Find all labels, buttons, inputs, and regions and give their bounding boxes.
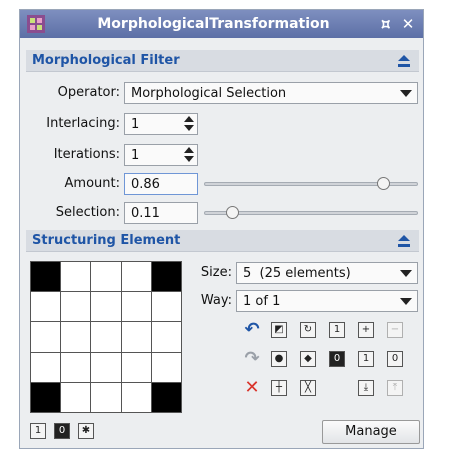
- set-one-icon[interactable]: 1: [329, 322, 345, 338]
- toggle-elements-icon[interactable]: ✱: [78, 423, 94, 439]
- size-dropdown[interactable]: 5 (25 elements): [236, 262, 418, 284]
- section-title: Morphological Filter: [32, 53, 180, 68]
- redo-icon[interactable]: ↷: [242, 350, 262, 368]
- grid-cell[interactable]: [151, 382, 181, 412]
- circle-icon[interactable]: ●: [271, 351, 287, 367]
- interlacing-spinbox[interactable]: 1: [124, 113, 198, 135]
- manage-button[interactable]: Manage: [322, 420, 420, 444]
- title-bar[interactable]: MorphologicalTransformation ⯏ ✕: [20, 10, 423, 38]
- grid-cell[interactable]: [61, 292, 91, 322]
- set-ones-icon[interactable]: 1: [30, 423, 46, 439]
- structuring-element-grid[interactable]: [30, 261, 182, 413]
- grid-cell[interactable]: [121, 292, 151, 322]
- selection-slider[interactable]: [204, 202, 418, 224]
- grid-cell[interactable]: [61, 322, 91, 352]
- chevron-down-icon: [400, 298, 412, 305]
- grid-cell[interactable]: [31, 322, 61, 352]
- iterations-value: 1: [131, 148, 140, 163]
- grid-cell[interactable]: [61, 352, 91, 382]
- grid-cell[interactable]: [31, 352, 61, 382]
- grid-cell[interactable]: [31, 262, 61, 292]
- one-all-icon[interactable]: 1: [358, 351, 374, 367]
- orthogonal-icon[interactable]: ┼: [271, 380, 287, 396]
- chevron-down-icon: [400, 90, 412, 97]
- interlacing-label: Interlacing:: [46, 116, 120, 131]
- amount-field[interactable]: 0.86: [124, 173, 198, 195]
- size-value: 5 (25 elements): [243, 266, 351, 281]
- amount-value: 0.86: [131, 177, 160, 192]
- way-dropdown[interactable]: 1 of 1: [236, 290, 418, 312]
- diagonal-icon[interactable]: ╳: [300, 380, 316, 396]
- slider-handle[interactable]: [226, 206, 239, 219]
- structuring-element-header[interactable]: Structuring Element: [26, 230, 419, 252]
- morphological-transformation-window: MorphologicalTransformation ⯏ ✕ Morpholo…: [19, 9, 424, 449]
- section-title: Structuring Element: [32, 233, 181, 248]
- selection-value: 0.11: [131, 206, 160, 221]
- grid-cell[interactable]: [121, 262, 151, 292]
- grid-cell[interactable]: [121, 352, 151, 382]
- diamond-icon[interactable]: ◆: [300, 351, 316, 367]
- morphology-app-icon: [27, 15, 45, 33]
- set-zeros-icon[interactable]: 0: [54, 423, 70, 439]
- close-icon[interactable]: ✕: [399, 14, 417, 34]
- collapse-icon[interactable]: [397, 233, 411, 249]
- grid-cell[interactable]: [91, 382, 121, 412]
- interlacing-value: 1: [131, 117, 140, 132]
- iterations-spinbox[interactable]: 1: [124, 144, 198, 166]
- selection-label: Selection:: [55, 205, 120, 220]
- chevron-down-icon: [400, 270, 412, 277]
- grid-cell[interactable]: [91, 262, 121, 292]
- operator-value: Morphological Selection: [131, 86, 287, 101]
- amount-label: Amount:: [64, 176, 120, 191]
- way-value: 1 of 1: [243, 294, 281, 309]
- slider-handle[interactable]: [377, 177, 390, 190]
- shade-icon[interactable]: ⯏: [377, 14, 395, 34]
- grid-cell[interactable]: [151, 262, 181, 292]
- rotate-icon[interactable]: ↻: [300, 322, 316, 338]
- iterations-label: Iterations:: [53, 147, 120, 162]
- way-label: Way:: [200, 293, 232, 308]
- grid-cell[interactable]: [151, 322, 181, 352]
- delete-icon[interactable]: ✕: [242, 379, 262, 397]
- operator-label: Operator:: [57, 85, 120, 100]
- grid-cell[interactable]: [151, 292, 181, 322]
- grid-cell[interactable]: [91, 352, 121, 382]
- undo-icon[interactable]: ↶: [242, 321, 262, 339]
- grid-cell[interactable]: [31, 382, 61, 412]
- grid-cell[interactable]: [151, 352, 181, 382]
- operator-dropdown[interactable]: Morphological Selection: [124, 82, 418, 104]
- set-zero-icon[interactable]: 0: [329, 351, 345, 367]
- morphological-filter-header[interactable]: Morphological Filter: [26, 50, 419, 72]
- invert-icon[interactable]: ◩: [271, 322, 287, 338]
- grid-cell[interactable]: [91, 322, 121, 352]
- amount-slider[interactable]: [204, 173, 418, 195]
- grid-cell[interactable]: [61, 262, 91, 292]
- spin-arrows-icon[interactable]: [182, 115, 196, 133]
- add-way-icon[interactable]: +: [358, 322, 374, 338]
- move-up-icon: ⤒: [387, 380, 403, 396]
- window-title: MorphologicalTransformation: [97, 16, 330, 32]
- grid-cell[interactable]: [61, 382, 91, 412]
- spin-arrows-icon[interactable]: [182, 146, 196, 164]
- move-down-icon[interactable]: ⤓: [358, 380, 374, 396]
- zero-all-icon[interactable]: 0: [387, 351, 403, 367]
- collapse-icon[interactable]: [397, 53, 411, 69]
- remove-way-icon: −: [387, 322, 403, 338]
- size-label: Size:: [200, 265, 232, 280]
- selection-field[interactable]: 0.11: [124, 202, 198, 224]
- grid-cell[interactable]: [91, 292, 121, 322]
- grid-cell[interactable]: [31, 292, 61, 322]
- grid-cell[interactable]: [121, 322, 151, 352]
- grid-cell[interactable]: [121, 382, 151, 412]
